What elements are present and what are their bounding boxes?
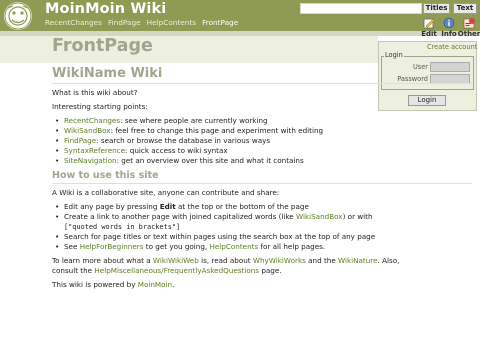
list-item: FindPage: search or browse the database … xyxy=(52,136,472,146)
edit-bar: Edit Info Other xyxy=(420,17,480,38)
list-item: RecentChanges: see where people are curr… xyxy=(52,116,472,126)
page-content: WikiName Wiki What is this wiki about? I… xyxy=(52,66,472,294)
syntaxreference-link[interactable]: SyntaxReference xyxy=(64,146,125,155)
other-icon xyxy=(463,18,475,29)
other-action[interactable]: Other xyxy=(457,17,480,38)
wikisandbox-link[interactable]: WikiSandBox xyxy=(296,212,343,221)
info-icon xyxy=(443,17,455,29)
search-input[interactable] xyxy=(300,3,422,14)
list-item: Edit any page by pressing Edit at the to… xyxy=(52,202,472,212)
info-label: Info xyxy=(441,30,457,38)
how-intro-text: A Wiki is a collaborative site, anyone c… xyxy=(52,188,280,197)
faq-link[interactable]: HelpMiscellaneous/FrequentlyAskedQuestio… xyxy=(94,266,259,275)
quoted-words-example: ["quoted words in brackets"] xyxy=(64,223,181,231)
other-label: Other xyxy=(457,30,480,38)
edit-icon xyxy=(423,18,435,29)
nav-findpage[interactable]: FindPage xyxy=(108,18,141,27)
list-item: Search for page titles or text within pa… xyxy=(52,232,472,242)
info-action[interactable]: Info xyxy=(440,17,458,38)
moinmoin-logo[interactable] xyxy=(4,2,32,30)
whywikiworks-link[interactable]: WhyWikiWorks xyxy=(253,256,306,265)
recentchanges-link[interactable]: RecentChanges xyxy=(64,116,120,125)
helpcontents-link[interactable]: HelpContents xyxy=(209,242,258,251)
points-intro: Interesting starting points: xyxy=(52,102,148,111)
learn-more-text: To learn more about what a WikiWikiWeb i… xyxy=(52,256,400,275)
intro-text: What is this wiki about? xyxy=(52,88,138,97)
edit-label: Edit xyxy=(421,30,437,38)
how-to-use-heading: How to use this site xyxy=(52,170,472,184)
list-item: See HelpForBeginners to get you going, H… xyxy=(52,242,472,252)
list-item: SiteNavigation: get an overview over thi… xyxy=(52,156,472,166)
page-title[interactable]: FrontPage xyxy=(52,36,153,56)
site-name[interactable]: MoinMoin Wiki xyxy=(45,1,166,17)
starting-points-list: RecentChanges: see where people are curr… xyxy=(52,116,472,166)
create-account-link[interactable]: Create account xyxy=(427,43,477,51)
nav-frontpage[interactable]: FrontPage xyxy=(202,18,238,27)
list-item: Create a link to another page with joine… xyxy=(52,212,472,232)
findpage-link[interactable]: FindPage xyxy=(64,136,96,145)
how-to-list: Edit any page by pressing Edit at the to… xyxy=(52,202,472,252)
wiki-heading: WikiName Wiki xyxy=(52,66,472,84)
nav-helpcontents[interactable]: HelpContents xyxy=(147,18,196,27)
list-item: SyntaxReference: quick access to wiki sy… xyxy=(52,146,472,156)
nav-recentchanges[interactable]: RecentChanges xyxy=(45,18,102,27)
helpforbeginners-link[interactable]: HelpForBeginners xyxy=(80,242,144,251)
powered-by-text: This wiki is powered by MoinMoin. xyxy=(52,280,175,289)
navibar: RecentChanges FindPage HelpContents Fron… xyxy=(45,18,238,27)
list-item: WikiSandBox: feel free to change this pa… xyxy=(52,126,472,136)
edit-action[interactable]: Edit xyxy=(420,17,438,38)
wikiwikiweb-link[interactable]: WikiWikiWeb xyxy=(153,256,199,265)
text-search-button[interactable]: Text xyxy=(453,3,477,14)
wikisandbox-link[interactable]: WikiSandBox xyxy=(64,126,111,135)
login-legend: Login xyxy=(384,51,404,59)
wikinature-link[interactable]: WikiNature xyxy=(338,256,377,265)
titles-search-button[interactable]: Titles xyxy=(423,3,450,14)
moinmoin-link[interactable]: MoinMoin xyxy=(138,280,172,289)
sitenavigation-link[interactable]: SiteNavigation xyxy=(64,156,117,165)
